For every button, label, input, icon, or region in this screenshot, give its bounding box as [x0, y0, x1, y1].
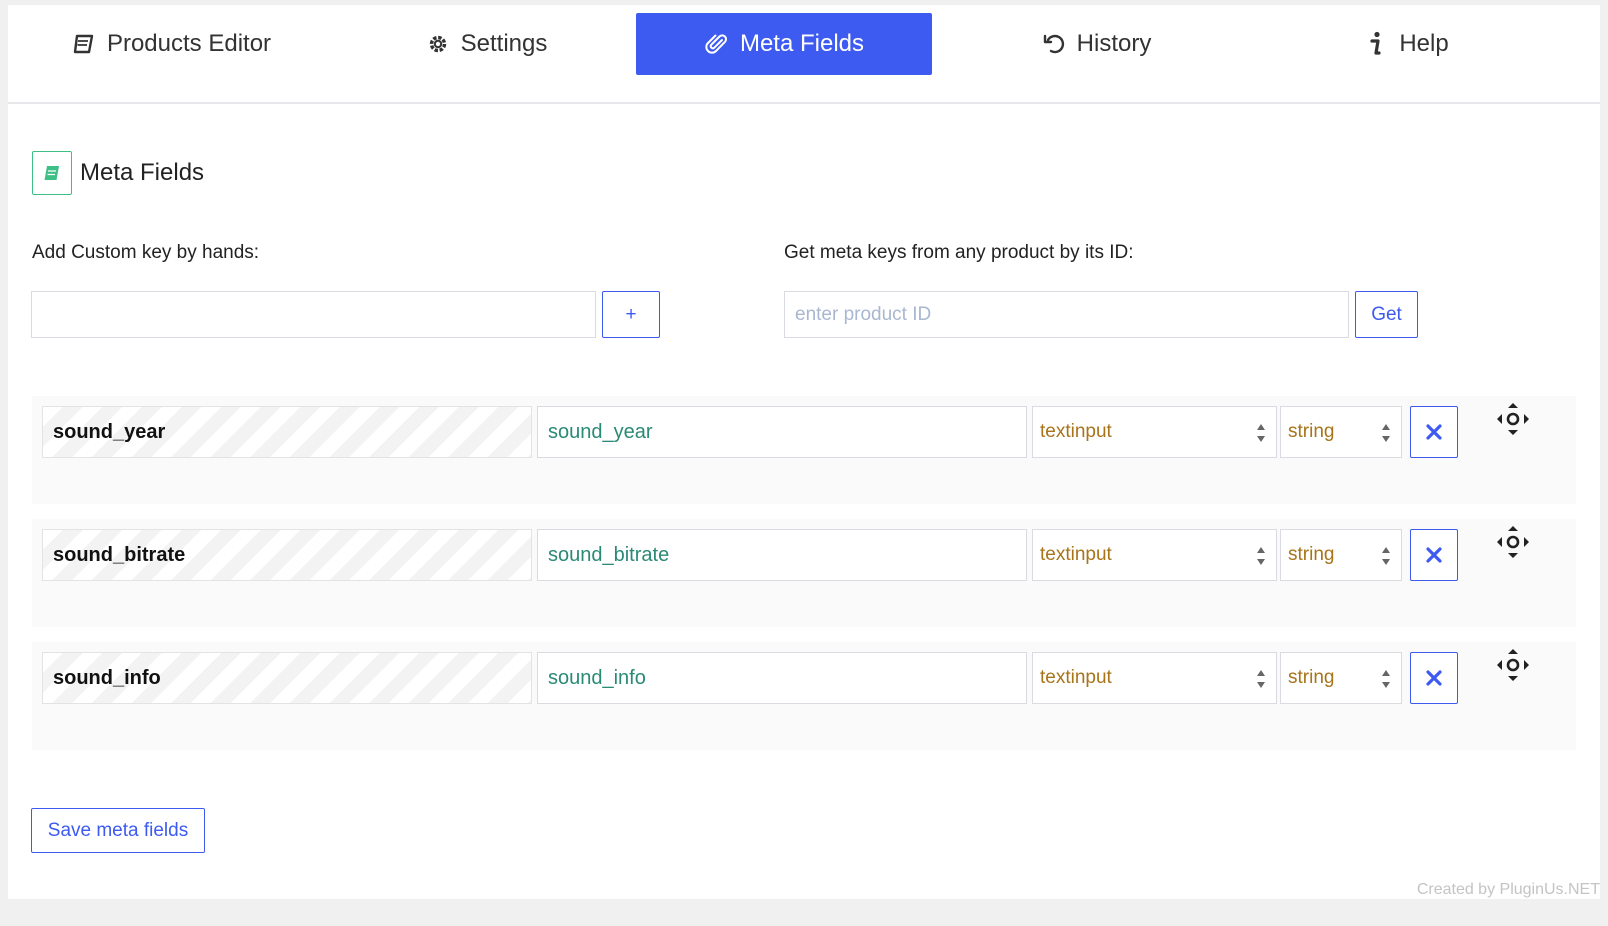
delete-row-button[interactable] [1410, 406, 1458, 458]
paperclip-icon [704, 31, 730, 57]
move-icon [1497, 403, 1529, 435]
main-panel: Products Editor Settings Meta Fields His… [8, 5, 1600, 899]
delete-row-button[interactable] [1410, 652, 1458, 704]
delete-row-button[interactable] [1410, 529, 1458, 581]
field-type-value: textinput [1040, 421, 1112, 442]
select-arrows-icon [1257, 547, 1265, 565]
value-type-value: string [1288, 667, 1335, 688]
meta-field-row: sound_info sound_info textinput string [32, 642, 1576, 750]
tab-help[interactable]: Help [1258, 13, 1554, 75]
field-type-select[interactable]: textinput [1032, 652, 1277, 704]
save-meta-fields-button[interactable]: Save meta fields [31, 808, 205, 853]
tab-label: Help [1399, 30, 1449, 57]
meta-title-input[interactable]: sound_bitrate [537, 529, 1027, 581]
meta-key: sound_info [42, 652, 532, 704]
move-icon [1497, 649, 1529, 681]
tab-history[interactable]: History [948, 13, 1244, 75]
tab-label: Meta Fields [739, 30, 865, 57]
custom-key-label: Add Custom key by hands: [32, 242, 260, 263]
meta-field-row: sound_bitrate sound_bitrate textinput st… [32, 519, 1576, 627]
tab-settings[interactable]: Settings [338, 13, 634, 75]
meta-field-row: sound_year sound_year textinput string [32, 396, 1576, 504]
value-type-value: string [1288, 421, 1335, 442]
tab-meta-fields[interactable]: Meta Fields [636, 13, 932, 75]
close-icon [1426, 670, 1442, 686]
meta-title-input[interactable]: sound_year [537, 406, 1027, 458]
tab-label: History [1076, 30, 1152, 57]
select-arrows-icon [1382, 547, 1390, 565]
custom-key-input[interactable] [31, 291, 596, 338]
tab-label: Products Editor [106, 30, 272, 57]
book-icon [71, 31, 97, 57]
section-title: Meta Fields [80, 159, 205, 186]
product-lookup-label: Get meta keys from any product by its ID… [784, 242, 1134, 263]
gear-icon [425, 31, 451, 57]
close-icon [1426, 547, 1442, 563]
meta-key: sound_bitrate [42, 529, 532, 581]
footer-credit: Created by PluginUs.NET [1416, 881, 1600, 898]
drag-handle[interactable] [1496, 525, 1530, 559]
value-type-select[interactable]: string [1280, 529, 1402, 581]
field-type-select[interactable]: textinput [1032, 529, 1277, 581]
meta-title-input[interactable]: sound_info [537, 652, 1027, 704]
undo-icon [1041, 31, 1067, 57]
book-icon [32, 151, 72, 195]
drag-handle[interactable] [1496, 648, 1530, 682]
close-icon [1426, 424, 1442, 440]
field-type-select[interactable]: textinput [1032, 406, 1277, 458]
field-type-value: textinput [1040, 667, 1112, 688]
meta-key: sound_year [42, 406, 532, 458]
add-key-button[interactable]: + [602, 291, 660, 338]
info-icon [1363, 31, 1389, 57]
section-heading: Meta Fields [32, 151, 204, 195]
field-type-value: textinput [1040, 544, 1112, 565]
product-id-input[interactable] [784, 291, 1349, 338]
tab-label: Settings [460, 30, 548, 57]
tab-bar: Products Editor Settings Meta Fields His… [8, 5, 1600, 104]
move-icon [1497, 526, 1529, 558]
select-arrows-icon [1382, 424, 1390, 442]
value-type-select[interactable]: string [1280, 652, 1402, 704]
drag-handle[interactable] [1496, 402, 1530, 436]
get-keys-button[interactable]: Get [1355, 291, 1418, 338]
select-arrows-icon [1257, 670, 1265, 688]
select-arrows-icon [1257, 424, 1265, 442]
select-arrows-icon [1382, 670, 1390, 688]
tab-products-editor[interactable]: Products Editor [8, 13, 334, 75]
value-type-select[interactable]: string [1280, 406, 1402, 458]
value-type-value: string [1288, 544, 1335, 565]
